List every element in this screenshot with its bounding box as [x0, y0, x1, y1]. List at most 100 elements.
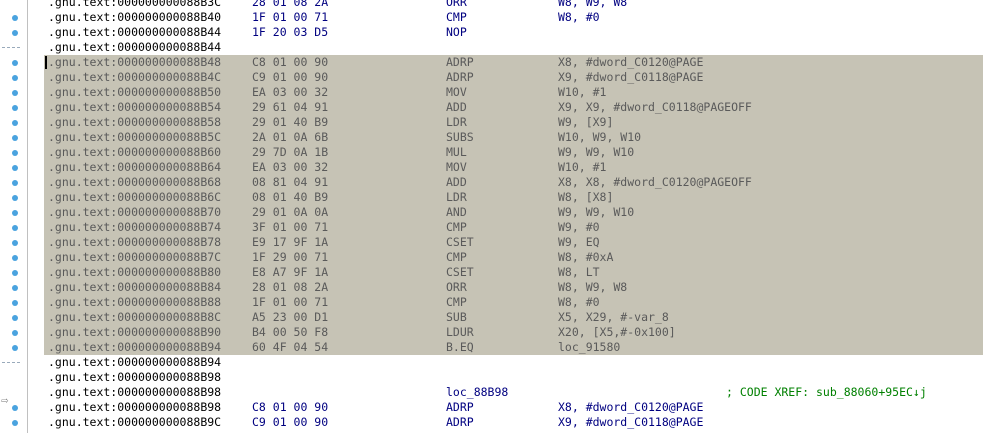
row-operands: loc_91580 — [558, 340, 621, 354]
xref-arrow-icon: ⇨ — [1, 393, 9, 407]
breakpoint-dot-icon[interactable] — [12, 300, 18, 306]
row-bytes: 1F 29 00 71 — [252, 250, 329, 264]
row-address: .gnu.text:000000000088B68 — [48, 175, 222, 189]
breakpoint-dot-icon[interactable] — [12, 165, 18, 171]
disassembly-listing[interactable]: .gnu.text:000000000088B3C 28 01 08 2A ORR W… — [44, 0, 983, 430]
row-mnemonic: LDR — [446, 115, 467, 129]
breakpoint-dot-icon[interactable] — [12, 60, 18, 66]
row-mnemonic: CMP — [446, 10, 467, 24]
listing-row[interactable]: .gnu.text:000000000088B70 29 01 0A 0A AND W… — [44, 205, 983, 220]
breakpoint-dot-icon[interactable] — [12, 240, 18, 246]
breakpoint-dot-icon[interactable] — [12, 30, 18, 36]
row-address: .gnu.text:000000000088B3C — [48, 0, 222, 9]
row-operands: W9, [X9] — [558, 115, 614, 129]
breakpoint-dot-icon[interactable] — [12, 345, 18, 351]
listing-row[interactable]: .gnu.text:000000000088B90 B4 00 50 F8 LDUR… — [44, 325, 983, 340]
breakpoint-dot-icon[interactable] — [12, 75, 18, 81]
listing-row[interactable]: .gnu.text:000000000088B9C C9 01 00 90 ADRP… — [44, 415, 983, 430]
row-bytes: 1F 01 00 71 — [252, 10, 329, 24]
breakpoint-dot-icon[interactable] — [12, 15, 18, 21]
row-bytes: C8 01 00 90 — [252, 55, 329, 69]
breakpoint-dot-icon[interactable] — [12, 150, 18, 156]
listing-row[interactable]: .gnu.text:000000000088B60 29 7D 0A 1B MUL W… — [44, 145, 983, 160]
row-address: .gnu.text:000000000088B48 — [48, 55, 222, 69]
listing-row[interactable]: .gnu.text:000000000088B54 29 61 04 91 ADD X… — [44, 100, 983, 115]
listing-row[interactable]: .gnu.text:000000000088B5C 2A 01 0A 6B SUBS… — [44, 130, 983, 145]
listing-row[interactable]: .gnu.text:000000000088B98 — [44, 370, 983, 385]
breakpoint-dot-icon[interactable] — [12, 195, 18, 201]
row-operands: W10, W9, W10 — [558, 130, 642, 144]
breakpoint-dot-icon[interactable] — [12, 420, 18, 426]
row-bytes: 29 61 04 91 — [252, 100, 329, 114]
breakpoint-dot-icon[interactable] — [12, 405, 18, 411]
listing-row[interactable]: .gnu.text:000000000088B8C A5 23 00 D1 SUB X… — [44, 310, 983, 325]
listing-row[interactable]: .gnu.text:000000000088B6C 08 01 40 B9 LDR W… — [44, 190, 983, 205]
row-operands: W8, #0 — [558, 10, 600, 24]
row-address: .gnu.text:000000000088B94 — [48, 355, 222, 369]
row-mnemonic: ADRP — [446, 55, 474, 69]
row-operands: W10, #1 — [558, 85, 607, 99]
row-address: .gnu.text:000000000088B98 — [48, 400, 222, 414]
row-address: .gnu.text:000000000088B7C — [48, 250, 222, 264]
listing-row[interactable]: .gnu.text:000000000088B98 loc_88B98 ; CODE… — [44, 385, 983, 400]
row-operands: W8, LT — [558, 265, 600, 279]
row-operands: X5, X29, #-var_8 — [558, 310, 669, 324]
row-bytes: E8 A7 9F 1A — [252, 265, 329, 279]
listing-row[interactable]: .gnu.text:000000000088B4C C9 01 00 90 ADRP… — [44, 70, 983, 85]
row-operands: X8, #dword_C0120@PAGE — [558, 400, 704, 414]
breakpoint-dot-icon[interactable] — [12, 180, 18, 186]
breakpoint-dot-icon[interactable] — [12, 210, 18, 216]
breakpoint-dot-icon[interactable] — [12, 285, 18, 291]
row-mnemonic: CMP — [446, 295, 467, 309]
listing-row[interactable]: .gnu.text:000000000088B94 — [44, 355, 983, 370]
row-operands: X8, X8, #dword_C0120@PAGEOFF — [558, 175, 752, 189]
breakpoint-dot-icon[interactable] — [12, 120, 18, 126]
listing-row[interactable]: .gnu.text:000000000088B40 1F 01 00 71 CMP W… — [44, 10, 983, 25]
row-bytes: 1F 01 00 71 — [252, 295, 329, 309]
listing-row[interactable]: .gnu.text:000000000088B64 EA 03 00 32 MOV W… — [44, 160, 983, 175]
breakpoint-dot-icon[interactable] — [12, 135, 18, 141]
listing-row[interactable]: .gnu.text:000000000088B98 C8 01 00 90 ADRP… — [44, 400, 983, 415]
listing-row[interactable]: .gnu.text:000000000088B48 C8 01 00 90 ADRP… — [44, 55, 983, 70]
listing-row[interactable]: .gnu.text:000000000088B50 EA 03 00 32 MOV W… — [44, 85, 983, 100]
row-bytes: 28 01 08 2A — [252, 280, 329, 294]
row-mnemonic: ADRP — [446, 400, 474, 414]
row-mnemonic: CMP — [446, 250, 467, 264]
listing-row[interactable]: .gnu.text:000000000088B44 1F 20 03 D5 NOP — [44, 25, 983, 40]
listing-row[interactable]: .gnu.text:000000000088B44 — [44, 40, 983, 55]
breakpoint-dot-icon[interactable] — [12, 330, 18, 336]
row-operands: X20, [X5,#-0x100] — [558, 325, 676, 339]
row-address: .gnu.text:000000000088B40 — [48, 10, 222, 24]
row-bytes: 28 01 08 2A — [252, 0, 329, 9]
breakpoint-dot-icon[interactable] — [12, 315, 18, 321]
listing-row[interactable]: .gnu.text:000000000088B88 1F 01 00 71 CMP W… — [44, 295, 983, 310]
listing-row[interactable]: .gnu.text:000000000088B74 3F 01 00 71 CMP W… — [44, 220, 983, 235]
row-mnemonic: SUBS — [446, 130, 474, 144]
row-operands: W10, #1 — [558, 160, 607, 174]
listing-row[interactable]: .gnu.text:000000000088B94 60 4F 04 54 B.EQ… — [44, 340, 983, 355]
listing-row[interactable]: .gnu.text:000000000088B58 29 01 40 B9 LDR W… — [44, 115, 983, 130]
breakpoint-gutter[interactable] — [0, 0, 28, 433]
breakpoint-dot-icon[interactable] — [12, 90, 18, 96]
row-address: .gnu.text:000000000088B60 — [48, 145, 222, 159]
breakpoint-dot-icon[interactable] — [12, 225, 18, 231]
listing-row[interactable]: .gnu.text:000000000088B7C 1F 29 00 71 CMP W… — [44, 250, 983, 265]
breakpoint-dot-icon[interactable] — [12, 255, 18, 261]
row-address: .gnu.text:000000000088B54 — [48, 100, 222, 114]
row-address: .gnu.text:000000000088B94 — [48, 340, 222, 354]
listing-row[interactable]: .gnu.text:000000000088B84 28 01 08 2A ORR W… — [44, 280, 983, 295]
listing-row[interactable]: .gnu.text:000000000088B68 08 81 04 91 ADD X… — [44, 175, 983, 190]
row-operands: W8, W9, W8 — [558, 0, 628, 9]
breakpoint-dot-icon[interactable] — [12, 105, 18, 111]
row-label[interactable]: loc_88B98 — [446, 385, 508, 400]
row-address: .gnu.text:000000000088B44 — [48, 25, 222, 39]
listing-row[interactable]: .gnu.text:000000000088B78 E9 17 9F 1A CSET… — [44, 235, 983, 250]
row-bytes: 29 7D 0A 1B — [252, 145, 329, 159]
row-address: .gnu.text:000000000088B84 — [48, 280, 222, 294]
listing-row[interactable]: .gnu.text:000000000088B3C 28 01 08 2A ORR W… — [44, 0, 983, 10]
row-operands: X9, X9, #dword_C0118@PAGEOFF — [558, 100, 752, 114]
row-address: .gnu.text:000000000088B70 — [48, 205, 222, 219]
breakpoint-dot-icon[interactable] — [12, 270, 18, 276]
row-mnemonic: MUL — [446, 145, 467, 159]
listing-row[interactable]: .gnu.text:000000000088B80 E8 A7 9F 1A CSET… — [44, 265, 983, 280]
